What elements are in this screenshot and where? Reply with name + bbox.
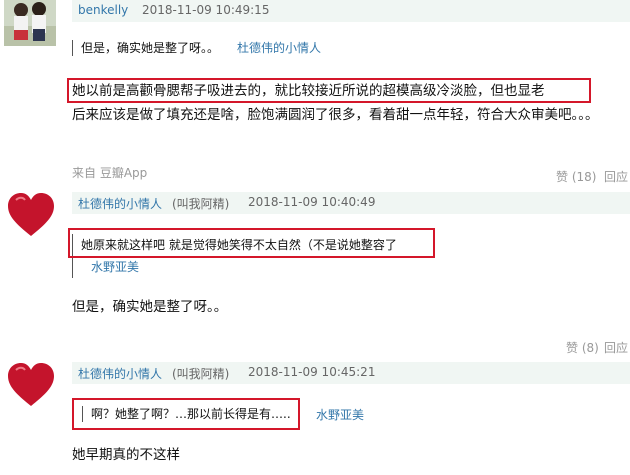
comment-time: 2018-11-09 10:45:21: [248, 365, 376, 379]
quote-user-link[interactable]: 水野亚美: [91, 256, 397, 278]
comment-body: 她早期真的不这样: [72, 447, 180, 463]
user-photo-avatar-icon: [4, 0, 56, 46]
quoted-reply: 但是，确实她是整了呀。。 杜德伟的小情人: [72, 40, 321, 56]
user-avatar-benkelly[interactable]: [4, 0, 56, 46]
user-avatar-heart[interactable]: [6, 192, 58, 244]
comment-body-line: 后来应该是做了填充还是啥，脸饱满圆润了很多，看着甜一点年轻，符合大众审美吧。。。: [72, 107, 599, 123]
comment-source: 来自 豆瓣App: [72, 166, 148, 180]
comment-meta-bar: benkelly 2018-11-09 10:49:15: [72, 0, 630, 22]
reply-button[interactable]: 回应: [604, 339, 630, 356]
comment-nickname: (叫我阿精): [172, 367, 230, 381]
comment-username[interactable]: benkelly: [78, 3, 128, 17]
quote-user-link[interactable]: 水野亚美: [316, 406, 364, 423]
like-button[interactable]: 赞 (18): [556, 168, 596, 185]
heart-avatar-icon: [8, 193, 54, 236]
quote-user-link[interactable]: 杜德伟的小情人: [237, 41, 321, 55]
comment-body: 但是，确实她是整了呀。。: [72, 299, 228, 315]
comment-meta-bar: 杜德伟的小情人 (叫我阿精) 2018-11-09 10:45:21: [72, 362, 630, 384]
comment-meta-bar: 杜德伟的小情人 (叫我阿精) 2018-11-09 10:40:49: [72, 192, 630, 214]
like-button[interactable]: 赞 (8): [566, 339, 599, 356]
comment-username[interactable]: 杜德伟的小情人: [78, 195, 162, 212]
reply-button[interactable]: 回应: [604, 168, 630, 185]
user-avatar-heart[interactable]: [6, 362, 58, 414]
comment-username[interactable]: 杜德伟的小情人: [78, 365, 162, 382]
quote-text: 但是，确实她是整了呀。。: [81, 41, 220, 55]
highlight-box: [72, 398, 300, 430]
comment-nickname: (叫我阿精): [172, 197, 230, 211]
comment-time: 2018-11-09 10:49:15: [142, 3, 270, 17]
highlight-box: [68, 228, 435, 258]
heart-avatar-icon: [8, 363, 54, 406]
comment-time: 2018-11-09 10:40:49: [248, 195, 376, 209]
highlight-box: [67, 78, 591, 103]
